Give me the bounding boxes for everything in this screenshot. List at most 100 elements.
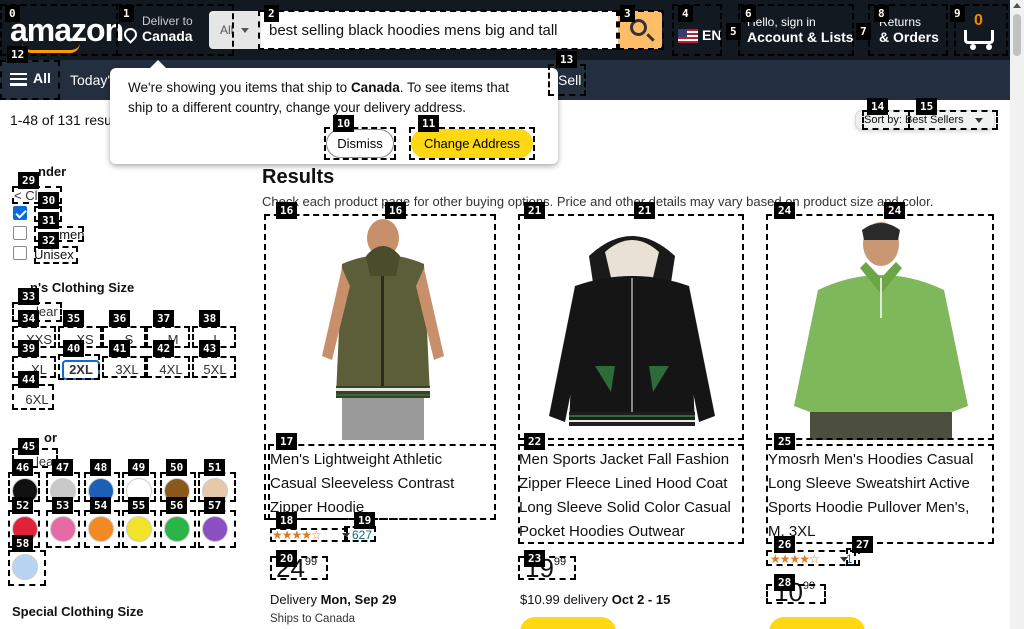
annotation-marker: 49: [128, 459, 150, 476]
search-input[interactable]: [261, 11, 618, 49]
size-option[interactable]: 3XL: [108, 360, 146, 380]
cart-icon: [964, 30, 994, 44]
add-to-cart-button[interactable]: [769, 617, 865, 629]
annotation-marker: 33: [18, 288, 40, 305]
special-clothing-size-heading: Special Clothing Size: [12, 604, 144, 619]
product-title[interactable]: Men's Lightweight Athletic Casual Sleeve…: [270, 448, 454, 520]
color-swatch[interactable]: [12, 554, 38, 580]
product-title[interactable]: Men Sports Jacket Fall Fashion Zipper Fl…: [519, 448, 731, 544]
gender-women-checkbox[interactable]: [13, 226, 27, 240]
annotation-marker: 30: [38, 192, 60, 209]
annotation-marker: 36: [109, 310, 131, 327]
gender-men-checkbox[interactable]: [13, 206, 27, 220]
annotation-marker: 0: [5, 5, 20, 22]
results-heading: Results: [262, 166, 335, 188]
delivery-label: Delivery: [270, 592, 317, 607]
annotation-marker: 6: [741, 5, 756, 22]
size-clear-link[interactable]: lear: [36, 304, 58, 319]
annotation-marker: 39: [18, 340, 40, 357]
price-fraction: 99: [553, 556, 567, 568]
annotation-marker: 42: [153, 340, 175, 357]
annotation-marker: 16: [276, 202, 298, 219]
annotation-marker: 43: [199, 340, 221, 357]
annotation-marker: 37: [153, 310, 175, 327]
product-title-line: Casual Sleeveless Contrast: [270, 475, 455, 492]
delivery-info: Delivery Mon, Sep 29: [270, 592, 396, 607]
annotation-marker: 23: [524, 550, 546, 567]
product-image[interactable]: [768, 216, 994, 440]
all-menu-button[interactable]: All: [10, 70, 51, 86]
annotation-marker: 47: [52, 459, 74, 476]
annotation-marker: 4: [678, 5, 693, 22]
annotation-marker: 26: [774, 536, 796, 553]
color-swatch[interactable]: [88, 516, 114, 542]
annotation-marker: 58: [12, 535, 34, 552]
annotation-marker: 51: [204, 459, 226, 476]
color-swatch[interactable]: [164, 516, 190, 542]
color-heading: or: [44, 430, 57, 445]
annotation-marker: 34: [18, 310, 40, 327]
annotation-marker: 13: [556, 51, 578, 68]
color-swatch[interactable]: [50, 516, 76, 542]
account-lists-menu[interactable]: Hello, sign in Account & Lists: [747, 15, 854, 45]
product-image[interactable]: [270, 216, 496, 440]
color-swatch[interactable]: [126, 516, 152, 542]
size-option[interactable]: 2XL: [62, 360, 100, 380]
gender-clear-link[interactable]: < Cl: [14, 188, 37, 203]
size-option[interactable]: 6XL: [18, 390, 56, 410]
chevron-down-icon[interactable]: [342, 533, 350, 538]
popover-line1-prefix: We're showing you items that ship to: [128, 80, 351, 95]
rating-stars[interactable]: ★★★★☆: [272, 528, 322, 542]
page-scrollbar[interactable]: [1010, 0, 1024, 629]
all-menu-label: All: [33, 70, 51, 86]
hamburger-icon: [10, 72, 27, 86]
annotation-marker: 17: [276, 433, 298, 450]
cart-button[interactable]: 0: [958, 6, 1004, 52]
rating-stars[interactable]: ★★★★☆: [770, 552, 820, 566]
annotation-marker: 41: [109, 340, 131, 357]
product-title-line: Men's Lightweight Athletic: [270, 451, 443, 468]
annotation-marker: 40: [63, 340, 85, 357]
search-category-value: All: [220, 23, 234, 37]
deliver-to-label: Deliver to: [142, 14, 193, 28]
sell-link[interactable]: Sell: [558, 72, 581, 88]
rating-count-link[interactable]: 1: [846, 552, 853, 566]
annotation-marker: 54: [90, 497, 112, 514]
sort-value: Best Sellers: [904, 114, 964, 126]
annotation-marker: 32: [38, 232, 60, 249]
annotation-marker: 29: [18, 172, 40, 189]
popover-country: Canada: [350, 80, 400, 95]
location-pin-icon: [121, 25, 140, 44]
annotation-marker: 8: [874, 5, 889, 22]
scrollbar-thumb[interactable]: [1013, 14, 1021, 56]
product-title-line: Long Sleeve Sweatshirt Active: [768, 475, 970, 492]
annotation-marker: 12: [7, 46, 29, 63]
annotation-marker: 14: [867, 98, 889, 115]
deliver-to-country: Canada: [142, 28, 193, 44]
gender-unisex-checkbox[interactable]: [13, 246, 27, 260]
size-option[interactable]: 4XL: [152, 360, 190, 380]
search-category-select[interactable]: All: [209, 11, 261, 49]
language-code: EN: [702, 27, 722, 43]
results-subtext: Check each product page for other buying…: [262, 194, 934, 209]
annotation-marker: 5: [726, 23, 741, 40]
annotation-marker: 50: [166, 459, 188, 476]
language-selector[interactable]: EN: [678, 27, 722, 44]
annotation-marker: 7: [856, 23, 871, 40]
account-lists-label: Account & Lists: [747, 29, 854, 45]
todays-deals-link[interactable]: Today': [70, 72, 110, 88]
change-address-button[interactable]: Change Address: [411, 129, 533, 158]
price-fraction: 99: [802, 580, 816, 592]
product-title[interactable]: Ymosrh Men's Hoodies Casual Long Sleeve …: [768, 448, 973, 544]
size-option[interactable]: 5XL: [196, 360, 234, 380]
rating-count-link[interactable]: 627: [352, 528, 372, 542]
scroll-up-icon[interactable]: [1013, 3, 1021, 8]
account-greeting: Hello, sign in: [747, 15, 816, 29]
annotation-marker: 31: [38, 212, 60, 229]
product-image[interactable]: [519, 216, 745, 440]
deliver-to-button[interactable]: Deliver to Canada: [121, 14, 193, 44]
popover-line1-suffix: . To see items that: [399, 80, 510, 95]
dismiss-button[interactable]: Dismiss: [326, 129, 394, 158]
add-to-cart-button[interactable]: [520, 617, 616, 629]
color-swatch[interactable]: [202, 516, 228, 542]
